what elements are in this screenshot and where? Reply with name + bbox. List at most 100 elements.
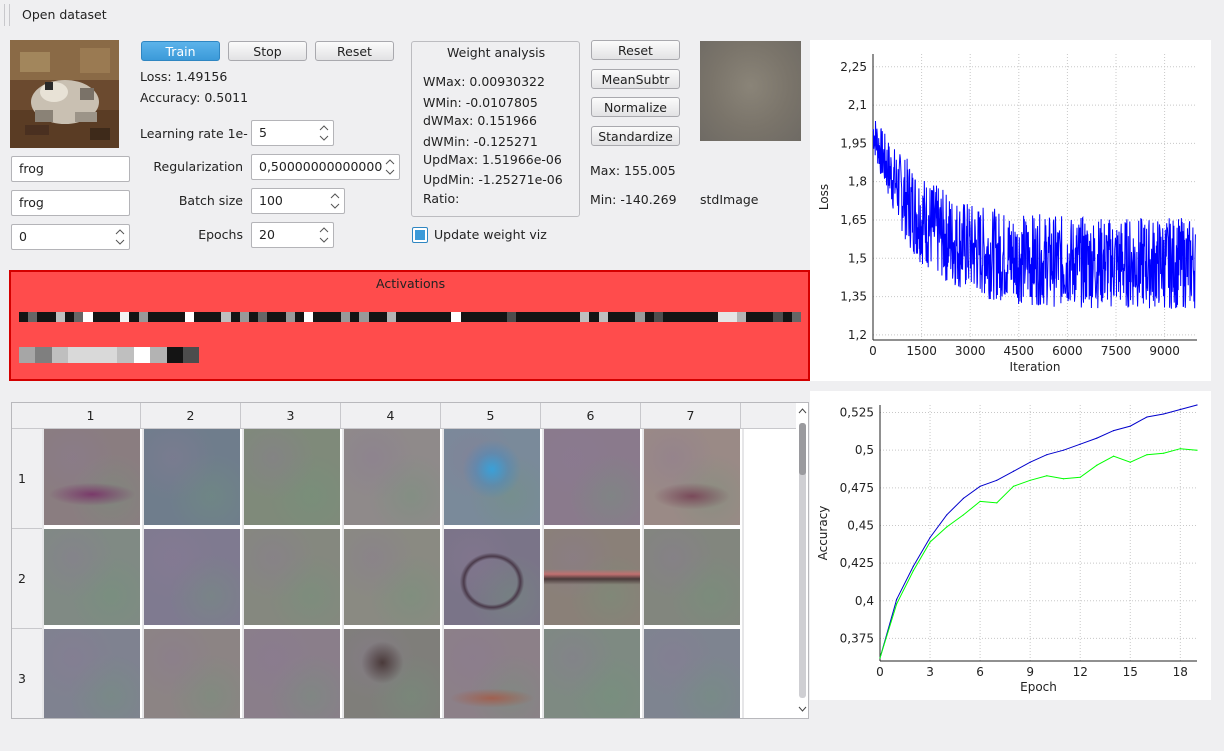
accuracy-series-2-point: [1012, 485, 1015, 487]
loss-series-line: [872, 120, 1196, 309]
weight-tile[interactable]: [244, 529, 340, 625]
activation-cell: [304, 312, 314, 322]
weight-tile[interactable]: [244, 429, 340, 525]
reset-training-button[interactable]: Reset: [315, 41, 394, 61]
activation-cell: [414, 312, 424, 322]
grid-line: [642, 429, 644, 718]
activation-cell: [479, 312, 489, 322]
reset-preprocess-button[interactable]: Reset: [591, 40, 680, 60]
train-button[interactable]: Train: [141, 41, 220, 61]
toolbar-grip[interactable]: [4, 4, 10, 26]
activation-cell: [405, 312, 415, 322]
weight-tile[interactable]: [444, 429, 540, 525]
column-header[interactable]: 6: [541, 403, 641, 429]
weight-tile[interactable]: [644, 429, 740, 525]
update-weight-viz-checkbox[interactable]: [412, 227, 428, 243]
spin-arrows-icon[interactable]: [329, 191, 341, 211]
activation-cell: [387, 312, 397, 322]
weight-tile[interactable]: [344, 429, 440, 525]
activation-cell: [506, 312, 516, 322]
column-header[interactable]: 7: [641, 403, 741, 429]
weight-tile[interactable]: [444, 529, 540, 625]
weight-tile[interactable]: [644, 529, 740, 625]
spin-arrows-icon[interactable]: [318, 225, 330, 245]
activation-cell: [543, 312, 553, 322]
accuracy-series-1-point: [1046, 454, 1048, 456]
weight-tile[interactable]: [644, 629, 740, 718]
table-corner[interactable]: [12, 403, 43, 429]
standardize-button[interactable]: Standardize: [591, 126, 680, 146]
column-header[interactable]: 1: [41, 403, 141, 429]
loss-y-tick: 1,8: [848, 175, 867, 189]
activation-cell: [138, 312, 148, 322]
loss-chart-panel: 1,2 1,35 1,5 1,65 1,8 1,95 2,1 2,25 0 1500 3000 450…: [810, 40, 1211, 381]
weight-tile[interactable]: [544, 429, 640, 525]
weight-tile[interactable]: [344, 529, 440, 625]
weight-tile[interactable]: [544, 529, 640, 625]
weight-tile[interactable]: [44, 629, 140, 718]
column-header[interactable]: 2: [141, 403, 241, 429]
loss-x-tick: 3000: [955, 344, 986, 358]
accuracy-chart-panel: 0,375 0,4 0,425 0,45 0,475 0,5 0,525 0 3 6 9 12 15 18…: [810, 391, 1211, 700]
activations-panel: Activations: [9, 270, 810, 381]
weight-tile[interactable]: [144, 429, 240, 525]
wmax-readout: WMax: 0.00930322: [423, 74, 545, 89]
weight-tile[interactable]: [344, 629, 440, 718]
activation-cell: [221, 312, 231, 322]
true-label-field[interactable]: frog: [11, 156, 130, 182]
grid-line: [742, 429, 744, 718]
mean-subtract-button[interactable]: MeanSubtr: [591, 69, 680, 89]
activation-cell: [295, 312, 305, 322]
accuracy-series-2-point: [979, 500, 981, 502]
spin-arrows-icon[interactable]: [384, 157, 396, 177]
weight-tile[interactable]: [144, 629, 240, 718]
weight-tile[interactable]: [44, 429, 140, 525]
accuracy-y-tick: 0,45: [847, 518, 874, 532]
learning-rate-spinbox[interactable]: 5: [251, 120, 334, 146]
activation-cell: [111, 312, 121, 322]
activation-cell: [101, 312, 111, 322]
accuracy-series-2-point: [1029, 479, 1031, 481]
column-header[interactable]: 4: [341, 403, 441, 429]
weight-visualization-table[interactable]: 1234567123: [11, 402, 809, 719]
open-dataset-menu[interactable]: Open dataset: [22, 7, 107, 22]
weight-tile[interactable]: [444, 629, 540, 718]
activation-cell: [791, 312, 801, 322]
epochs-spinbox[interactable]: 20: [251, 222, 334, 248]
activation-cell: [571, 312, 581, 322]
activation-cell: [157, 312, 167, 322]
spin-arrows-icon[interactable]: [114, 227, 126, 247]
batch-size-spinbox[interactable]: 100: [251, 188, 345, 214]
row-header[interactable]: 2: [12, 529, 43, 629]
vertical-scrollbar[interactable]: [796, 403, 808, 718]
accuracy-series-1-point: [1062, 449, 1065, 451]
activation-cell: [19, 347, 36, 363]
normalize-button[interactable]: Normalize: [591, 97, 680, 117]
column-header[interactable]: 5: [441, 403, 541, 429]
activation-cell: [589, 312, 599, 322]
weight-tile[interactable]: [44, 529, 140, 625]
accuracy-series-1-point: [1029, 461, 1031, 463]
sample-index-spinbox[interactable]: 0: [11, 224, 130, 250]
column-header[interactable]: 3: [241, 403, 341, 429]
stop-button[interactable]: Stop: [228, 41, 307, 61]
weight-tile[interactable]: [244, 629, 340, 718]
spin-arrows-icon[interactable]: [318, 123, 330, 143]
accuracy-series-1-point: [1129, 425, 1131, 427]
accuracy-series-2-point: [1112, 455, 1115, 457]
accuracy-y-tick: 0,375: [840, 631, 874, 645]
weight-tile[interactable]: [144, 529, 240, 625]
predicted-label-field[interactable]: frog: [11, 190, 130, 216]
activation-cell: [690, 312, 700, 322]
row-header[interactable]: 3: [12, 629, 43, 718]
loss-y-tick: 2,1: [848, 98, 867, 112]
weight-tile[interactable]: [544, 629, 640, 718]
activation-cell: [193, 312, 203, 322]
grid-line: [442, 429, 444, 718]
row-header[interactable]: 1: [12, 429, 43, 529]
weight-analysis-title: Weight analysis: [447, 45, 546, 60]
activation-cell: [755, 312, 765, 322]
grid-line: [342, 429, 344, 718]
regularization-spinbox[interactable]: 0,500000000000000: [251, 154, 400, 180]
loss-x-tick: 4500: [1004, 344, 1035, 358]
